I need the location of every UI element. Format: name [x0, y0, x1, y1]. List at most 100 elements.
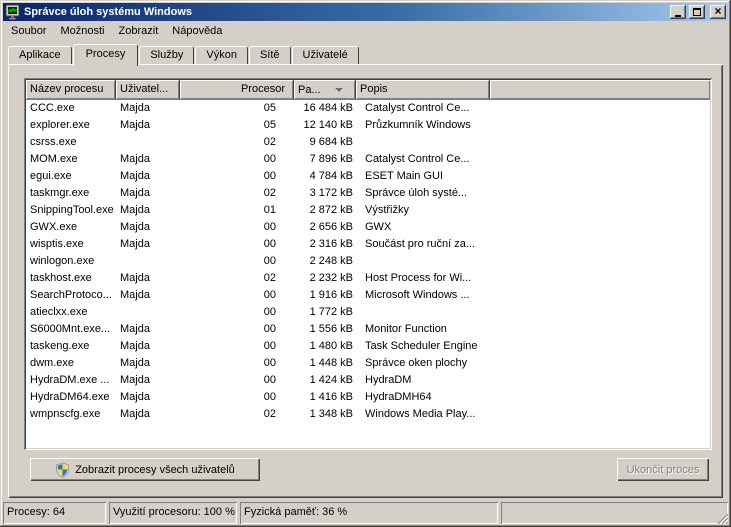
process-memory-cell: 12 140 kB [303, 119, 353, 131]
process-user-cell: Majda [120, 102, 150, 114]
process-cpu-cell: 05 [263, 102, 276, 114]
process-row[interactable]: HydraDM.exe ... Majda 00 1 424 kB HydraD… [26, 372, 710, 389]
process-description-cell: Host Process for Wi... [365, 272, 472, 284]
task-manager-window: Správce úloh systému Windows × Soubor Mož… [0, 0, 731, 527]
process-cpu-cell: 00 [263, 289, 276, 301]
column-header-memory[interactable]: Pa... [294, 80, 356, 100]
process-memory-cell: 1 916 kB [309, 289, 353, 301]
process-user-cell: Majda [120, 340, 150, 352]
end-process-label: Ukončit proces [626, 463, 700, 476]
process-name-cell: dwm.exe [30, 357, 75, 369]
process-description-cell: Správce oken plochy [365, 357, 468, 369]
process-row[interactable]: HydraDM64.exe Majda 00 1 416 kB HydraDMH… [26, 389, 710, 406]
process-row[interactable]: MOM.exe Majda 00 7 896 kB Catalyst Contr… [26, 151, 710, 168]
button-row: Zobrazit procesy všech uživatelů Ukončit… [24, 458, 715, 481]
column-header-description[interactable]: Popis [356, 80, 490, 100]
process-memory-cell: 2 656 kB [309, 221, 353, 233]
process-cpu-cell: 02 [263, 187, 276, 199]
process-user-cell: Majda [120, 221, 150, 233]
process-name-cell: taskmgr.exe [30, 187, 90, 199]
status-cpu-usage: Využití procesoru: 100 % [109, 502, 237, 524]
process-row[interactable]: SearchProtoco... Majda 00 1 916 kB Micro… [26, 287, 710, 304]
tab[interactable]: Služby [139, 46, 195, 64]
process-description-cell: ESET Main GUI [365, 170, 444, 182]
process-rows: CCC.exe Majda 05 16 484 kB Catalyst Cont… [26, 100, 710, 448]
process-row[interactable]: winlogon.exe 00 2 248 kB [26, 253, 710, 270]
process-name-cell: S6000Mnt.exe... [30, 323, 111, 335]
process-user-cell: Majda [120, 187, 150, 199]
process-memory-cell: 1 424 kB [309, 374, 353, 386]
process-name-cell: GWX.exe [30, 221, 78, 233]
process-row[interactable]: explorer.exe Majda 05 12 140 kB Průzkumn… [26, 117, 710, 134]
column-header-name[interactable]: Název procesu [26, 80, 116, 100]
tab[interactable]: Výkon [195, 46, 248, 64]
menu-item[interactable]: Soubor [4, 23, 53, 39]
process-cpu-cell: 00 [263, 238, 276, 250]
tab[interactable]: Procesy [72, 44, 139, 66]
process-row[interactable]: GWX.exe Majda 00 2 656 kB GWX [26, 219, 710, 236]
tab[interactable]: Sítě [248, 46, 291, 64]
process-description-cell: Microsoft Windows ... [365, 289, 470, 301]
column-header-cpu[interactable]: Procesor [180, 80, 294, 100]
uac-shield-icon [56, 462, 69, 478]
list-header-row: Název procesu Uživatel... Procesor Pa...… [26, 80, 710, 100]
tab[interactable]: Uživatelé [291, 46, 359, 64]
process-row[interactable]: atieclxx.exe 00 1 772 kB [26, 304, 710, 321]
end-process-button[interactable]: Ukončit proces [617, 458, 709, 481]
menu-item[interactable]: Zobrazit [112, 23, 166, 39]
process-row[interactable]: taskeng.exe Majda 00 1 480 kB Task Sched… [26, 338, 710, 355]
process-description-cell [356, 134, 556, 151]
process-name-cell: egui.exe [30, 170, 72, 182]
menu-bar: Soubor Možnosti Zobrazit Nápověda [3, 21, 728, 40]
menu-item[interactable]: Možnosti [53, 23, 111, 39]
process-description-cell: HydraDM [365, 374, 412, 386]
process-name-cell: csrss.exe [30, 136, 77, 148]
process-row[interactable]: CCC.exe Majda 05 16 484 kB Catalyst Cont… [26, 100, 710, 117]
process-row[interactable]: wisptis.exe Majda 00 2 316 kB Součást pr… [26, 236, 710, 253]
process-user-cell: Majda [120, 272, 150, 284]
tab[interactable]: Aplikace [8, 46, 72, 64]
process-name-cell: HydraDM.exe ... [30, 374, 110, 386]
process-cpu-cell: 00 [263, 170, 276, 182]
task-manager-app-icon[interactable] [5, 4, 21, 20]
menu-item[interactable]: Nápověda [165, 23, 229, 39]
resize-grip-icon[interactable] [715, 511, 728, 524]
process-row[interactable]: taskhost.exe Majda 02 2 232 kB Host Proc… [26, 270, 710, 287]
process-name-cell: winlogon.exe [30, 255, 95, 267]
process-description-cell: Výstřižky [365, 204, 409, 216]
process-row[interactable]: csrss.exe 02 9 684 kB [26, 134, 710, 151]
column-header-user[interactable]: Uživatel... [116, 80, 180, 100]
process-description-cell: HydraDMH64 [365, 391, 432, 403]
process-name-cell: wmpnscfg.exe [30, 408, 101, 420]
close-button[interactable]: × [710, 5, 726, 19]
process-cpu-cell: 00 [263, 306, 276, 318]
status-physical-memory: Fyzická paměť: 36 % [240, 502, 498, 524]
process-cpu-cell: 00 [263, 255, 276, 267]
show-all-processes-button[interactable]: Zobrazit procesy všech uživatelů [30, 458, 260, 481]
process-description-cell: Součást pro ruční za... [365, 238, 476, 250]
process-cpu-cell: 00 [263, 221, 276, 233]
process-row[interactable]: egui.exe Majda 00 4 784 kB ESET Main GUI [26, 168, 710, 185]
process-user-cell: Majda [120, 119, 150, 131]
process-memory-cell: 1 348 kB [309, 408, 353, 420]
process-cpu-cell: 02 [263, 272, 276, 284]
minimize-button[interactable] [670, 5, 686, 19]
process-row[interactable]: wmpnscfg.exe Majda 02 1 348 kB Windows M… [26, 406, 710, 423]
maximize-button[interactable] [689, 5, 705, 19]
process-row[interactable]: S6000Mnt.exe... Majda 00 1 556 kB Monito… [26, 321, 710, 338]
process-row[interactable]: dwm.exe Majda 00 1 448 kB Správce oken p… [26, 355, 710, 372]
process-cpu-cell: 00 [263, 153, 276, 165]
process-user-cell: Majda [120, 153, 150, 165]
process-user-cell: Majda [120, 238, 150, 250]
process-row[interactable]: SnippingTool.exe Majda 01 2 872 kB Výstř… [26, 202, 710, 219]
process-memory-cell: 4 784 kB [309, 170, 353, 182]
process-list: Název procesu Uživatel... Procesor Pa...… [24, 78, 712, 450]
process-cpu-cell: 02 [263, 408, 276, 420]
process-memory-cell: 16 484 kB [303, 102, 353, 114]
process-cpu-cell: 00 [263, 323, 276, 335]
process-row[interactable]: taskmgr.exe Majda 02 3 172 kB Správce úl… [26, 185, 710, 202]
process-user-cell [116, 134, 180, 151]
process-cpu-cell: 00 [263, 357, 276, 369]
process-user-cell: Majda [120, 391, 150, 403]
process-name-cell: taskhost.exe [30, 272, 92, 284]
